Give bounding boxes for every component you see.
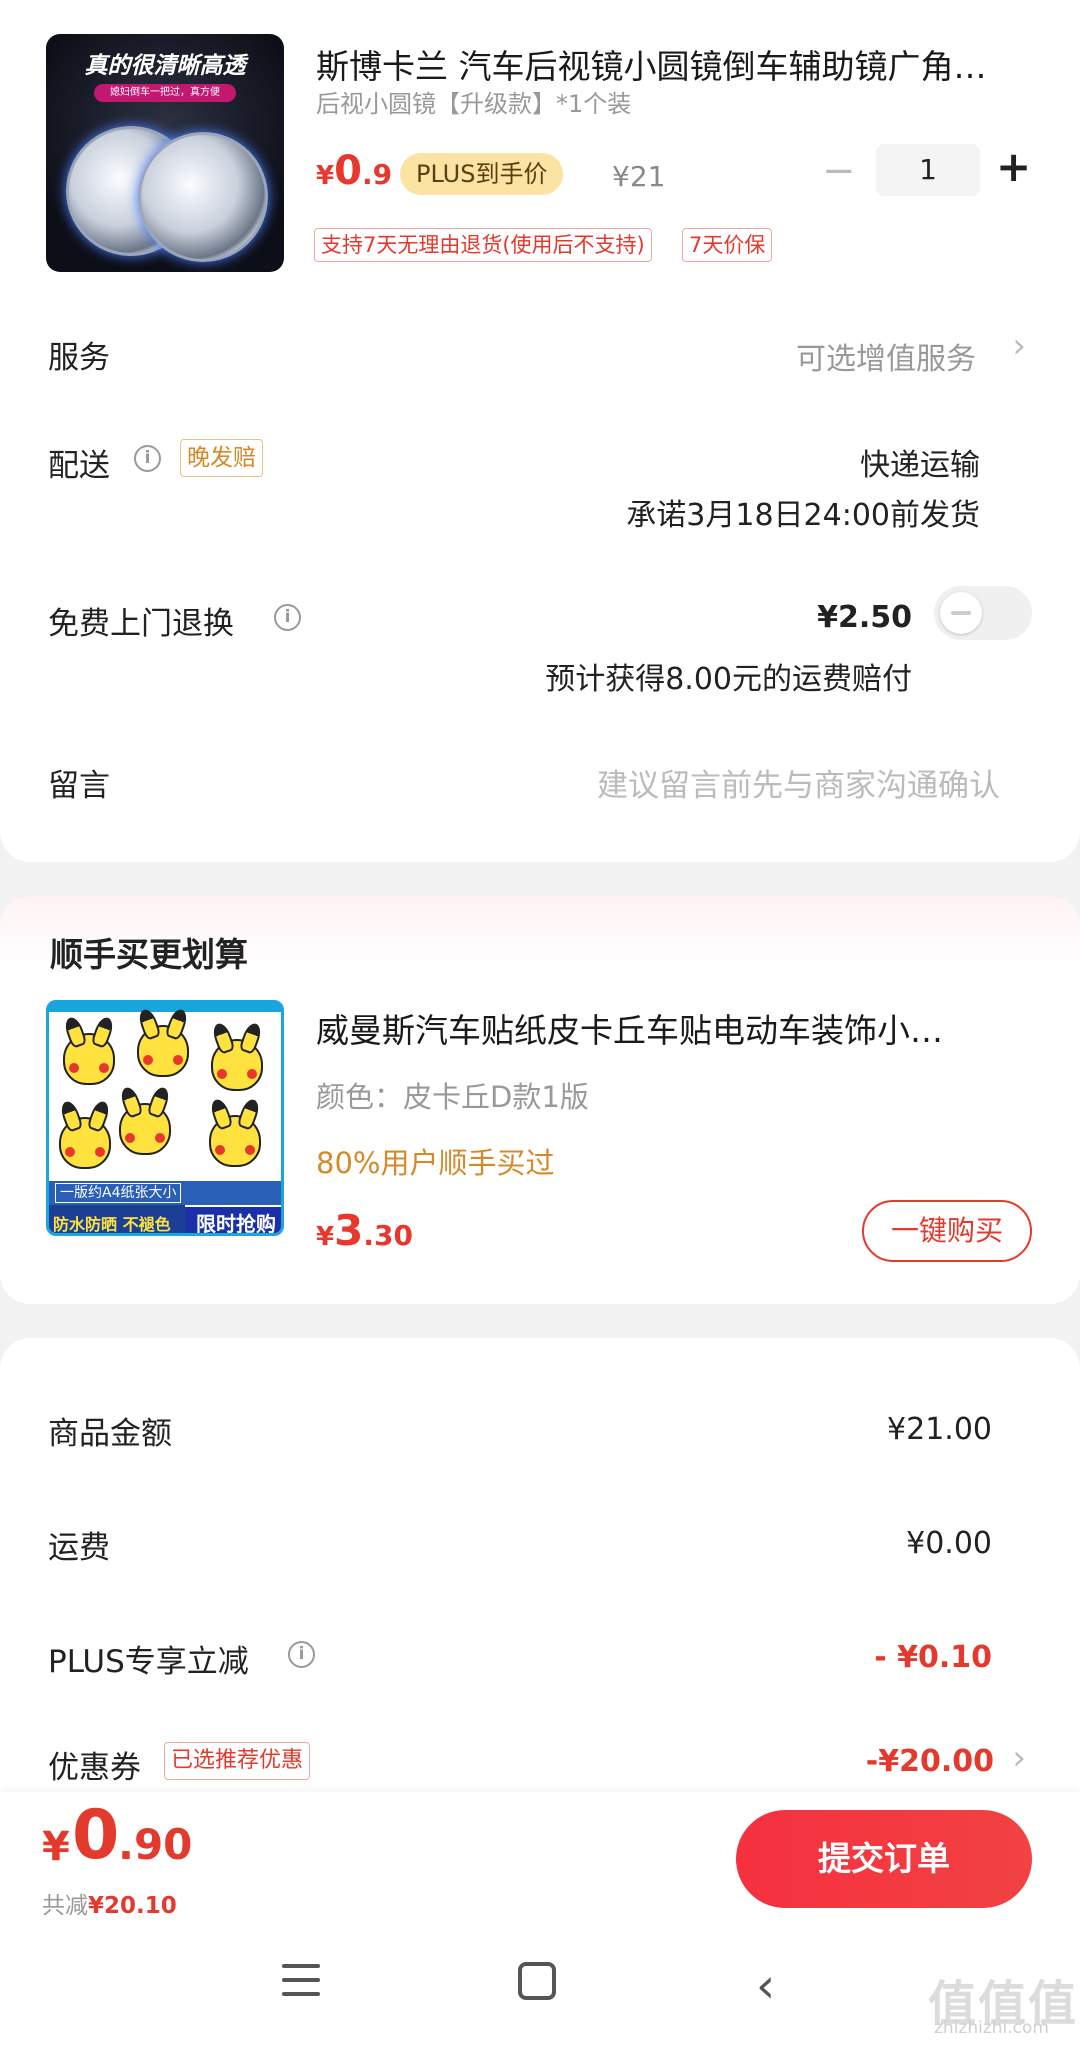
service-label: 服务: [48, 340, 110, 376]
recent-apps-icon[interactable]: [282, 1964, 320, 1996]
coupon-recommended-badge: 已选推荐优惠: [164, 1742, 311, 1780]
addon-product-sku: 颜色：皮卡丘D款1版: [316, 1080, 589, 1114]
back-icon[interactable]: ‹: [756, 1958, 775, 2014]
delivery-promise: 承诺3月18日24:00前发货: [626, 498, 980, 533]
total-savings: 共减¥20.10: [42, 1886, 177, 1920]
coupon-value[interactable]: -¥20.00: [866, 1744, 994, 1779]
addon-price: ¥3.30: [316, 1206, 413, 1255]
one-click-buy-button[interactable]: 一键购买: [862, 1200, 1032, 1262]
service-value[interactable]: 可选增值服务: [796, 334, 976, 378]
goods-amount-value: ¥21.00: [887, 1412, 992, 1447]
total-integer: 0: [72, 1796, 120, 1875]
addon-social-proof: 80%用户顺手买过: [316, 1146, 555, 1180]
quantity-decrease-button[interactable]: −: [822, 148, 856, 194]
quantity-increase-button[interactable]: +: [996, 142, 1031, 191]
product-image-tagline: 媳妇倒车一把过，真方便: [94, 84, 236, 102]
product-sku[interactable]: 后视小圆镜【升级款】*1个装: [316, 84, 631, 119]
return-policy-tag: 支持7天无理由退货(使用后不支持): [314, 228, 652, 262]
product-price: ¥0.9: [316, 148, 392, 194]
image-feature-text: 防水防晒 不褪色: [53, 1215, 171, 1234]
free-return-label: 免费上门退换: [48, 606, 234, 642]
addon-section-title: 顺手买更划算: [50, 935, 248, 974]
toggle-knob: [940, 592, 982, 634]
late-delivery-badge: 晚发赔: [180, 439, 263, 477]
plus-discount-value: - ¥0.10: [874, 1640, 992, 1675]
free-return-price: ¥2.50: [817, 600, 912, 635]
image-size-text: 一版约A4纸张大小: [55, 1183, 182, 1203]
quantity-input[interactable]: 1: [876, 144, 980, 196]
pikachu-graphic: [63, 1033, 115, 1085]
delivery-label: 配送: [48, 448, 110, 484]
plus-discount-label: PLUS专享立减: [48, 1644, 249, 1680]
savings-value: ¥20.10: [88, 1893, 177, 1919]
pikachu-graphic: [137, 1025, 189, 1077]
image-size-band: 一版约A4纸张大小: [49, 1181, 281, 1205]
delivery-method[interactable]: 快递运输: [860, 440, 980, 484]
mirror-graphic: [138, 132, 268, 262]
image-flash-sale-text: 限时抢购: [185, 1205, 281, 1233]
goods-amount-label: 商品金额: [48, 1416, 172, 1452]
pikachu-graphic: [59, 1117, 111, 1169]
original-price: ¥21: [612, 160, 666, 193]
total-currency: ¥: [42, 1824, 70, 1870]
shipping-value: ¥0.00: [906, 1526, 992, 1561]
pikachu-graphic: [209, 1115, 261, 1167]
price-protection-tag: 7天价保: [682, 228, 773, 262]
submit-order-button[interactable]: 提交订单: [736, 1810, 1032, 1908]
free-return-note: 预计获得8.00元的运费赔付: [545, 662, 912, 697]
price-integer: 3: [334, 1206, 364, 1255]
free-return-info-icon[interactable]: i: [274, 604, 301, 631]
product-image[interactable]: 真的很清晰高透 媳妇倒车一把过，真方便: [46, 34, 284, 272]
price-symbol: ¥: [316, 1222, 335, 1252]
shipping-label: 运费: [48, 1530, 110, 1566]
addon-product-image[interactable]: 一版约A4纸张大小 防水防晒 不褪色 限时抢购: [46, 1000, 284, 1236]
message-label: 留言: [48, 768, 110, 804]
coupon-chevron-icon[interactable]: ›: [1012, 1738, 1026, 1778]
watermark-url: zhizhizhi.com: [934, 2018, 1049, 2038]
delivery-info-icon[interactable]: i: [134, 445, 161, 472]
product-image-headline: 真的很清晰高透: [84, 53, 246, 79]
price-decimal: .9: [361, 158, 393, 191]
price-summary-card: [0, 1338, 1080, 1798]
free-return-toggle[interactable]: [934, 586, 1032, 640]
plus-price-tag: PLUS到手价: [400, 153, 564, 195]
service-chevron-icon[interactable]: ›: [1012, 326, 1026, 366]
product-title[interactable]: 斯博卡兰 汽车后视镜小圆镜倒车辅助镜广角…: [316, 40, 1016, 88]
coupon-label: 优惠券: [48, 1750, 141, 1786]
addon-product-title[interactable]: 威曼斯汽车贴纸皮卡丘车贴电动车装饰小…: [316, 1004, 1026, 1052]
total-decimal: .90: [118, 1820, 193, 1869]
plus-discount-info-icon[interactable]: i: [288, 1641, 315, 1668]
savings-label: 共减: [42, 1893, 88, 1919]
pikachu-graphic: [211, 1039, 263, 1091]
price-decimal: .30: [363, 1219, 413, 1252]
pikachu-graphic: [119, 1103, 171, 1155]
price-symbol: ¥: [316, 161, 335, 191]
message-input[interactable]: 建议留言前先与商家沟通确认: [597, 760, 1000, 805]
home-icon[interactable]: [518, 1962, 556, 2000]
price-integer: 0: [334, 148, 362, 194]
image-promo-band: 防水防晒 不褪色 限时抢购: [49, 1205, 281, 1234]
